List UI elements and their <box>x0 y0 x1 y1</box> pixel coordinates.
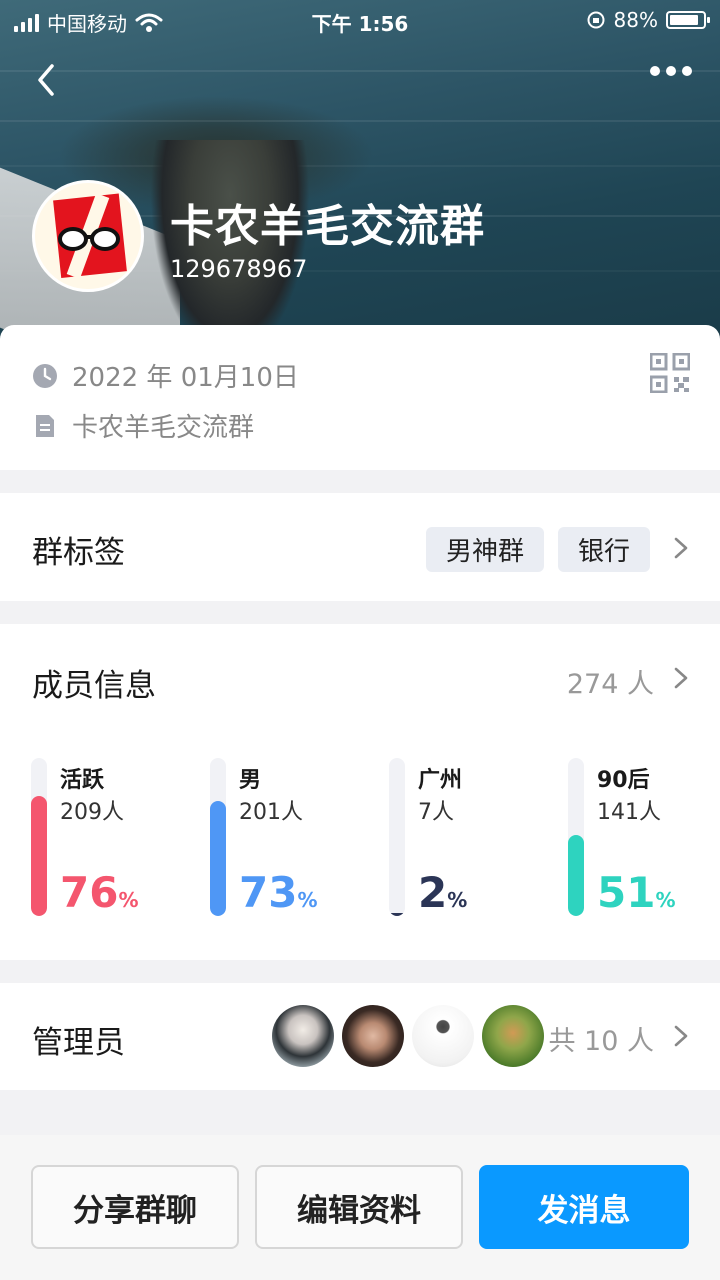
clock-icon <box>33 363 57 388</box>
stat-bar-track <box>389 758 405 916</box>
stat-bar-fill <box>31 796 47 916</box>
qr-code-icon[interactable] <box>650 353 690 393</box>
back-button[interactable] <box>30 60 70 100</box>
chevron-right-icon <box>674 667 688 689</box>
more-options-button[interactable] <box>650 66 692 76</box>
tags-title: 群标签 <box>32 535 125 571</box>
stat-bar-fill <box>389 913 405 916</box>
stat-percent: 51% <box>597 868 676 917</box>
stat-age: 90后 141人 51% <box>568 758 720 918</box>
stat-bar-track <box>31 758 47 916</box>
stat-label: 广州 <box>418 768 463 793</box>
stat-percent: 76% <box>60 868 139 917</box>
battery-icon <box>666 11 710 29</box>
stat-label: 男 <box>239 768 262 793</box>
action-bar: 分享群聊 编辑资料 发消息 <box>0 1135 720 1280</box>
send-message-button[interactable]: 发消息 <box>479 1165 689 1249</box>
stat-count: 209人 <box>60 800 124 825</box>
avatar[interactable] <box>482 1005 544 1067</box>
stat-count: 141人 <box>597 800 661 825</box>
stat-count: 201人 <box>239 800 303 825</box>
chevron-right-icon <box>674 537 688 559</box>
stat-bar-track <box>568 758 584 916</box>
member-total: 274 人 <box>566 669 654 700</box>
created-date-row: 2022 年 01月10日 <box>32 357 299 394</box>
stat-bar-fill <box>210 801 226 916</box>
group-info-card: 2022 年 01月10日 卡农羊毛交流群 <box>0 325 720 470</box>
group-avatar[interactable] <box>32 180 144 292</box>
stat-bar-track <box>210 758 226 916</box>
tag-chip[interactable]: 银行 <box>557 527 650 572</box>
admins-row[interactable]: 管理员 共 10 人 <box>0 983 720 1090</box>
document-icon <box>36 414 54 437</box>
tag-chip[interactable]: 男神群 <box>425 527 544 572</box>
stat-label: 90后 <box>597 768 650 793</box>
group-description: 卡农羊毛交流群 <box>72 413 255 443</box>
group-tags-row[interactable]: 群标签 男神群 银行 <box>0 493 720 601</box>
group-id: 129678967 <box>170 255 308 283</box>
stat-bar-fill <box>568 835 584 916</box>
stat-percent: 2% <box>418 868 468 917</box>
rotation-lock-icon <box>587 11 605 29</box>
group-logo-icon <box>35 183 141 289</box>
members-title: 成员信息 <box>32 668 156 704</box>
group-name: 卡农羊毛交流群 <box>170 201 485 252</box>
stat-male: 男 201人 73% <box>210 758 380 918</box>
avatar[interactable] <box>272 1005 334 1067</box>
chevron-right-icon <box>674 1025 688 1047</box>
admin-total: 共 10 人 <box>548 1026 654 1057</box>
avatar[interactable] <box>342 1005 404 1067</box>
stat-city: 广州 7人 2% <box>389 758 559 918</box>
stat-percent: 73% <box>239 868 318 917</box>
battery-percent: 88% <box>613 8 658 32</box>
status-bar: 中国移动 下午 1:56 88% <box>0 0 720 40</box>
admins-title: 管理员 <box>32 1025 125 1061</box>
stat-active: 活跃 209人 76% <box>31 758 201 918</box>
created-date: 2022 年 01月10日 <box>72 363 299 393</box>
edit-profile-button[interactable]: 编辑资料 <box>255 1165 463 1249</box>
avatar[interactable] <box>412 1005 474 1067</box>
description-row: 卡农羊毛交流群 <box>32 407 254 444</box>
stat-count: 7人 <box>418 800 454 825</box>
stat-label: 活跃 <box>60 768 105 793</box>
share-group-button[interactable]: 分享群聊 <box>31 1165 239 1249</box>
header-background <box>0 0 720 345</box>
